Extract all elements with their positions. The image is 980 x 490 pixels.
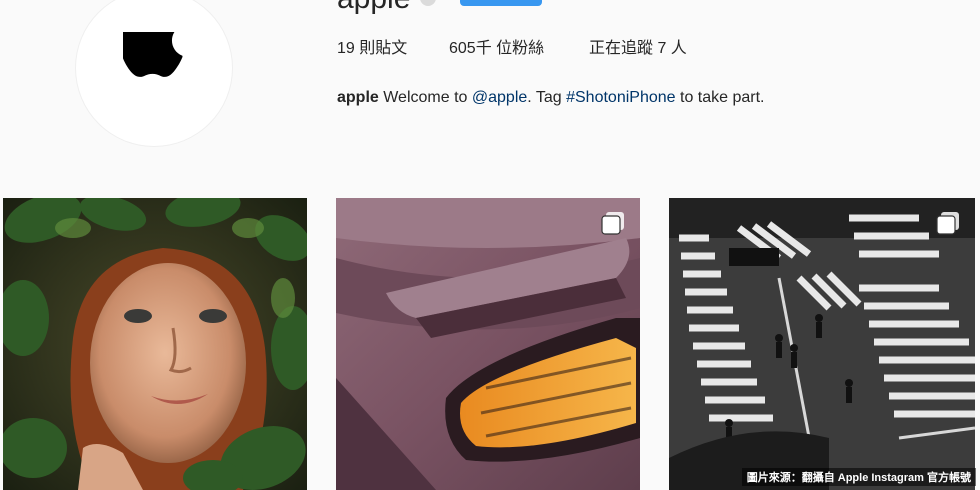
- bio-hashtag-link[interactable]: #ShotoniPhone: [566, 89, 675, 106]
- verified-badge-icon: [420, 0, 436, 6]
- profile-bio: apple Welcome to @apple. Tag #ShotoniPho…: [337, 87, 764, 109]
- girl-in-leaves-photo: [3, 198, 307, 490]
- post-thumbnail-1[interactable]: [3, 198, 307, 490]
- followers-count[interactable]: 605千 位粉絲: [449, 38, 589, 60]
- multiple-posts-icon: [936, 212, 959, 235]
- instagram-profile-page: apple 19 則貼文 605千 位粉絲 正在追蹤 7 人 apple Wel…: [0, 0, 980, 490]
- bio-text-3: to take part.: [675, 89, 765, 106]
- multiple-posts-icon: [601, 212, 624, 235]
- bio-text-2: . Tag: [527, 89, 567, 106]
- profile-avatar[interactable]: [76, 0, 232, 146]
- apple-logo-icon: [123, 32, 183, 77]
- posts-count: 19 則貼文: [337, 40, 408, 57]
- post-thumbnail-2[interactable]: [336, 198, 640, 490]
- bio-mention-link[interactable]: @apple: [472, 89, 527, 106]
- car-tail-light-photo: [336, 198, 640, 490]
- photo-credit: 圖片來源：翻攝自 Apple Instagram 官方帳號: [741, 468, 976, 486]
- crosswalk-aerial-photo: [669, 198, 975, 490]
- follow-button[interactable]: [460, 0, 542, 6]
- bio-name: apple: [337, 89, 379, 106]
- post-thumbnail-3[interactable]: [669, 198, 975, 490]
- bio-text-1: Welcome to: [378, 89, 472, 106]
- profile-username: apple: [337, 0, 410, 16]
- following-count[interactable]: 正在追蹤 7 人: [589, 38, 687, 60]
- profile-stats: 19 則貼文 605千 位粉絲 正在追蹤 7 人: [337, 38, 687, 60]
